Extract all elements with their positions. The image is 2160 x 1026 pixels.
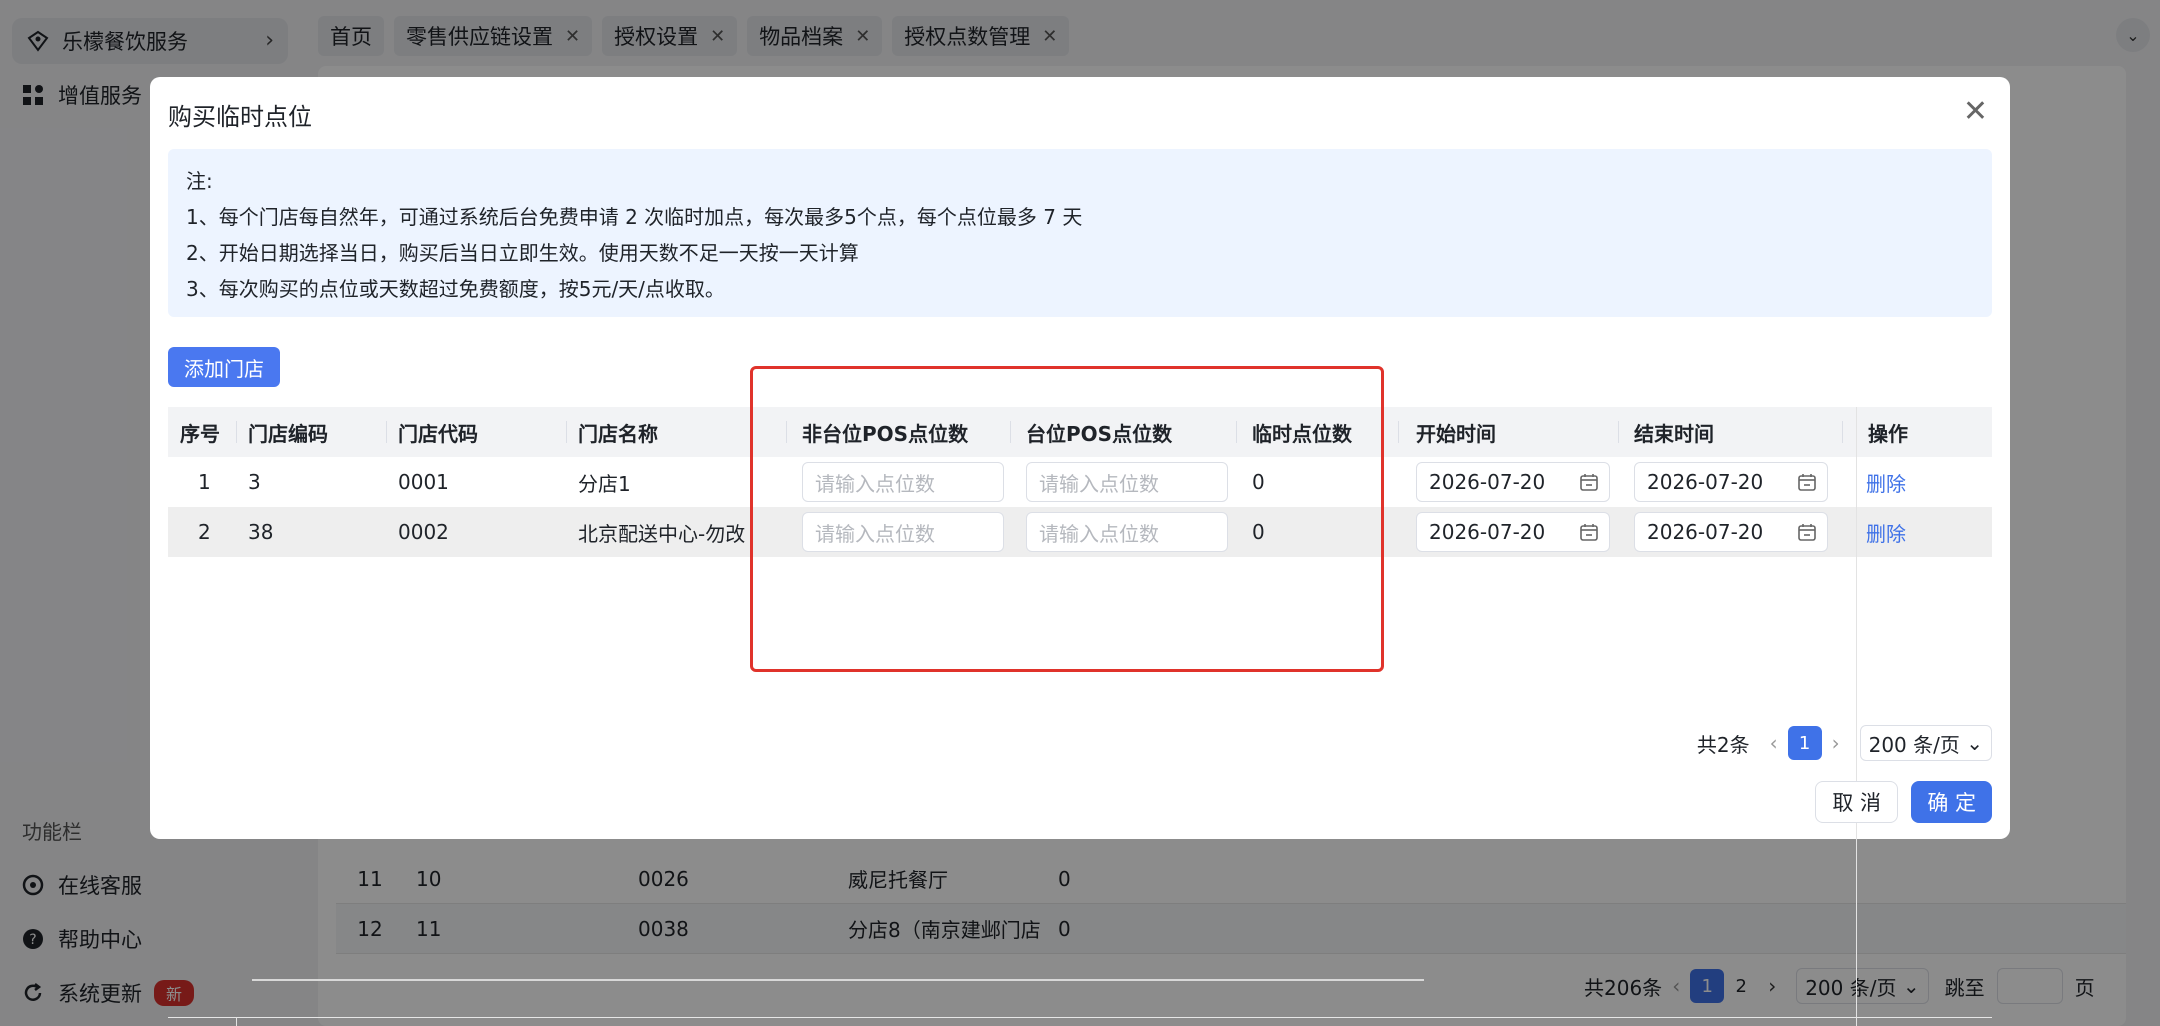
cell-store-code: 0001	[398, 470, 449, 494]
calendar-icon	[1798, 474, 1816, 491]
close-icon[interactable]: ✕	[1963, 97, 1988, 127]
start-date-picker[interactable]: 2026-07-20	[1416, 512, 1610, 552]
end-date-picker[interactable]: 2026-07-20	[1634, 462, 1828, 502]
notice-line: 1、每个门店每自然年，可通过系统后台免费申请 2 次临时加点，每次最多5个点，每…	[186, 205, 1083, 229]
calendar-icon	[1580, 474, 1598, 491]
calendar-icon	[1580, 524, 1598, 541]
delete-link[interactable]: 删除	[1866, 518, 1906, 547]
page-1[interactable]: 1	[1787, 726, 1822, 760]
fixed-column-divider	[1856, 407, 1857, 1026]
cell-seq: 1	[198, 470, 211, 494]
modal-pager: 共2条 ‹ 1 › 200 条/页 ⌄	[1697, 725, 1992, 761]
notice-heading: 注:	[186, 169, 213, 193]
calendar-icon	[1798, 524, 1816, 541]
cell-code: 38	[248, 520, 274, 544]
confirm-button[interactable]: 确 定	[1911, 781, 1992, 823]
delete-link[interactable]: 删除	[1866, 468, 1906, 497]
cell-seq: 2	[198, 520, 211, 544]
cell-store-code: 0002	[398, 520, 449, 544]
add-store-button[interactable]: 添加门店	[168, 347, 280, 387]
header-store-name: 门店名称	[578, 421, 658, 446]
highlight-box	[750, 366, 1384, 672]
cell-code: 3	[248, 470, 261, 494]
table-total-row: 总计	[168, 1017, 1992, 1026]
header-code: 门店编码	[248, 421, 328, 446]
header-seq: 序号	[180, 421, 220, 446]
date-value: 2026-07-20	[1429, 520, 1546, 544]
modal-title: 购买临时点位	[168, 103, 312, 131]
end-date-picker[interactable]: 2026-07-20	[1634, 512, 1828, 552]
page-size-value: 200 条/页	[1868, 732, 1960, 757]
notice-line: 3、每次购买的点位或天数超过免费额度，按5元/天/点收取。	[186, 277, 725, 301]
date-value: 2026-07-20	[1647, 520, 1764, 544]
start-date-picker[interactable]: 2026-07-20	[1416, 462, 1610, 502]
notice-box: 注: 1、每个门店每自然年，可通过系统后台免费申请 2 次临时加点，每次最多5个…	[168, 149, 1992, 317]
header-start-time: 开始时间	[1416, 421, 1496, 446]
chevron-right-icon[interactable]: ›	[1832, 731, 1840, 755]
page-size-select[interactable]: 200 条/页 ⌄	[1859, 725, 1992, 761]
cancel-button[interactable]: 取 消	[1815, 781, 1898, 823]
date-value: 2026-07-20	[1647, 470, 1764, 494]
date-value: 2026-07-20	[1429, 470, 1546, 494]
notice-line: 2、开始日期选择当日，购买后当日立即生效。使用天数不足一天按一天计算	[186, 241, 859, 265]
horizontal-scrollbar[interactable]	[252, 979, 1424, 981]
header-store-code: 门店代码	[398, 421, 478, 446]
total-row-divider	[236, 1017, 237, 1026]
chevron-left-icon[interactable]: ‹	[1770, 731, 1778, 755]
pager-total: 共2条	[1696, 732, 1750, 757]
cell-store-name: 北京配送中心-勿改	[578, 521, 746, 546]
header-action: 操作	[1868, 421, 1908, 446]
cell-store-name: 分店1	[578, 471, 631, 496]
header-end-time: 结束时间	[1634, 421, 1714, 446]
purchase-temp-points-modal: 购买临时点位 ✕ 注: 1、每个门店每自然年，可通过系统后台免费申请 2 次临时…	[150, 77, 2010, 1026]
